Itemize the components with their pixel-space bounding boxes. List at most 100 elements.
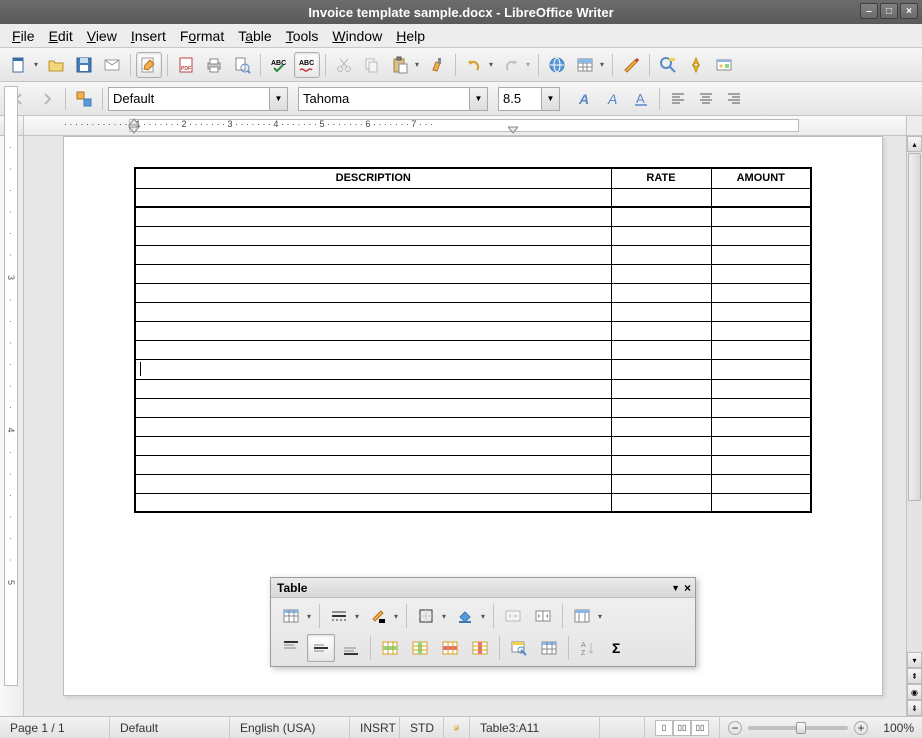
table-row[interactable] (135, 493, 811, 512)
table-cell[interactable] (135, 379, 611, 398)
table-toolbar-titlebar[interactable]: Table ▼ × (271, 578, 695, 598)
scroll-thumb[interactable] (908, 153, 921, 501)
auto-spellcheck-button[interactable]: ABC (294, 52, 320, 78)
table-cell[interactable] (611, 493, 711, 512)
redo-button[interactable] (498, 52, 524, 78)
new-document-dropdown[interactable]: ▾ (31, 60, 41, 69)
menu-format[interactable]: Format (174, 25, 230, 47)
align-top-button[interactable] (277, 634, 305, 662)
header-description[interactable]: DESCRIPTION (135, 168, 611, 188)
table-cell[interactable] (611, 359, 711, 379)
table-cell[interactable] (611, 188, 711, 207)
table-cell[interactable] (711, 340, 811, 359)
align-left-button[interactable] (665, 86, 691, 112)
menu-help[interactable]: Help (390, 25, 431, 47)
table-cell[interactable] (135, 188, 611, 207)
table-cell[interactable] (711, 436, 811, 455)
line-color-button[interactable] (364, 602, 392, 630)
status-page[interactable]: Page 1 / 1 (0, 717, 110, 738)
header-rate[interactable]: RATE (611, 168, 711, 188)
vertical-scrollbar[interactable]: ▴ ▾ ⇞ ◉ ⇟ (906, 136, 922, 716)
line-style-button[interactable] (325, 602, 353, 630)
spellcheck-button[interactable]: ABC (266, 52, 292, 78)
edit-file-button[interactable] (136, 52, 162, 78)
table-cell[interactable] (135, 474, 611, 493)
table-cell[interactable] (611, 340, 711, 359)
optimize-dropdown[interactable]: ▾ (595, 602, 605, 630)
paste-button[interactable] (387, 52, 413, 78)
zoom-in-button[interactable]: + (854, 721, 868, 735)
insert-table-dropdown[interactable]: ▾ (597, 60, 607, 69)
menu-window[interactable]: Window (326, 25, 388, 47)
book-view-icon[interactable]: ▯▯ (691, 720, 709, 736)
underline-button[interactable]: A (628, 86, 654, 112)
menu-insert[interactable]: Insert (125, 25, 172, 47)
nav-target-button[interactable]: ◉ (907, 684, 922, 700)
sort-button[interactable]: AZ (574, 634, 602, 662)
undo-dropdown[interactable]: ▾ (486, 60, 496, 69)
table-cell[interactable] (711, 379, 811, 398)
table-cell[interactable] (135, 226, 611, 245)
table-cell[interactable] (135, 398, 611, 417)
table-cell[interactable] (135, 264, 611, 283)
table-row[interactable] (135, 436, 811, 455)
merge-cells-button[interactable] (499, 602, 527, 630)
line-color-dropdown[interactable]: ▾ (391, 602, 401, 630)
paragraph-style-combo[interactable]: Default ▼ (108, 87, 288, 111)
align-right-button[interactable] (721, 86, 747, 112)
styles-button[interactable] (71, 86, 97, 112)
table-cell[interactable] (711, 398, 811, 417)
table-cell[interactable] (135, 207, 611, 226)
table-cell[interactable] (135, 359, 611, 379)
single-page-view-icon[interactable]: ▯ (655, 720, 673, 736)
open-button[interactable] (43, 52, 69, 78)
delete-column-button[interactable] (466, 634, 494, 662)
table-cell[interactable] (711, 283, 811, 302)
table-new-button[interactable] (277, 602, 305, 630)
insert-column-button[interactable] (406, 634, 434, 662)
table-cell[interactable] (711, 493, 811, 512)
table-cell[interactable] (135, 493, 611, 512)
status-style[interactable]: Default (110, 717, 230, 738)
table-row[interactable] (135, 321, 811, 340)
table-cell[interactable] (135, 321, 611, 340)
table-cell[interactable] (711, 188, 811, 207)
redo-dropdown[interactable]: ▾ (523, 60, 533, 69)
table-cell[interactable] (135, 283, 611, 302)
table-cell[interactable] (611, 226, 711, 245)
toolbar-menu-arrow-icon[interactable]: ▼ (671, 583, 680, 593)
table-cell[interactable] (611, 207, 711, 226)
align-middle-button[interactable] (307, 634, 335, 662)
font-name-combo[interactable]: Tahoma ▼ (298, 87, 488, 111)
table-cell[interactable] (611, 379, 711, 398)
table-cell[interactable] (711, 264, 811, 283)
table-cell[interactable] (135, 302, 611, 321)
zoom-out-button[interactable]: − (728, 721, 742, 735)
copy-button[interactable] (359, 52, 385, 78)
align-bottom-button[interactable] (337, 634, 365, 662)
export-pdf-button[interactable]: PDF (173, 52, 199, 78)
menu-tools[interactable]: Tools (280, 25, 325, 47)
table-row[interactable] (135, 455, 811, 474)
borders-dropdown[interactable]: ▾ (439, 602, 449, 630)
save-button[interactable] (71, 52, 97, 78)
scroll-down-button[interactable]: ▾ (907, 652, 922, 668)
scroll-up-button[interactable]: ▴ (907, 136, 922, 152)
menu-edit[interactable]: Edit (43, 25, 79, 47)
multi-page-view-icon[interactable]: ▯▯ (673, 720, 691, 736)
table-row[interactable] (135, 379, 811, 398)
table-properties-button[interactable] (535, 634, 563, 662)
font-size-combo[interactable]: 8.5 ▼ (498, 87, 560, 111)
delete-row-button[interactable] (436, 634, 464, 662)
insert-row-button[interactable] (376, 634, 404, 662)
nav-forward-button[interactable] (34, 86, 60, 112)
show-draw-functions-button[interactable] (618, 52, 644, 78)
status-language[interactable]: English (USA) (230, 717, 350, 738)
table-cell[interactable] (135, 245, 611, 264)
insert-table-button[interactable] (572, 52, 598, 78)
table-cell[interactable] (611, 264, 711, 283)
window-close-button[interactable]: × (900, 3, 918, 19)
table-cell[interactable] (611, 321, 711, 340)
view-layout-buttons[interactable]: ▯ ▯▯ ▯▯ (645, 717, 720, 738)
vertical-ruler[interactable]: · · · · · · 3 · · · · · · 4 · · · · · · … (0, 136, 24, 716)
